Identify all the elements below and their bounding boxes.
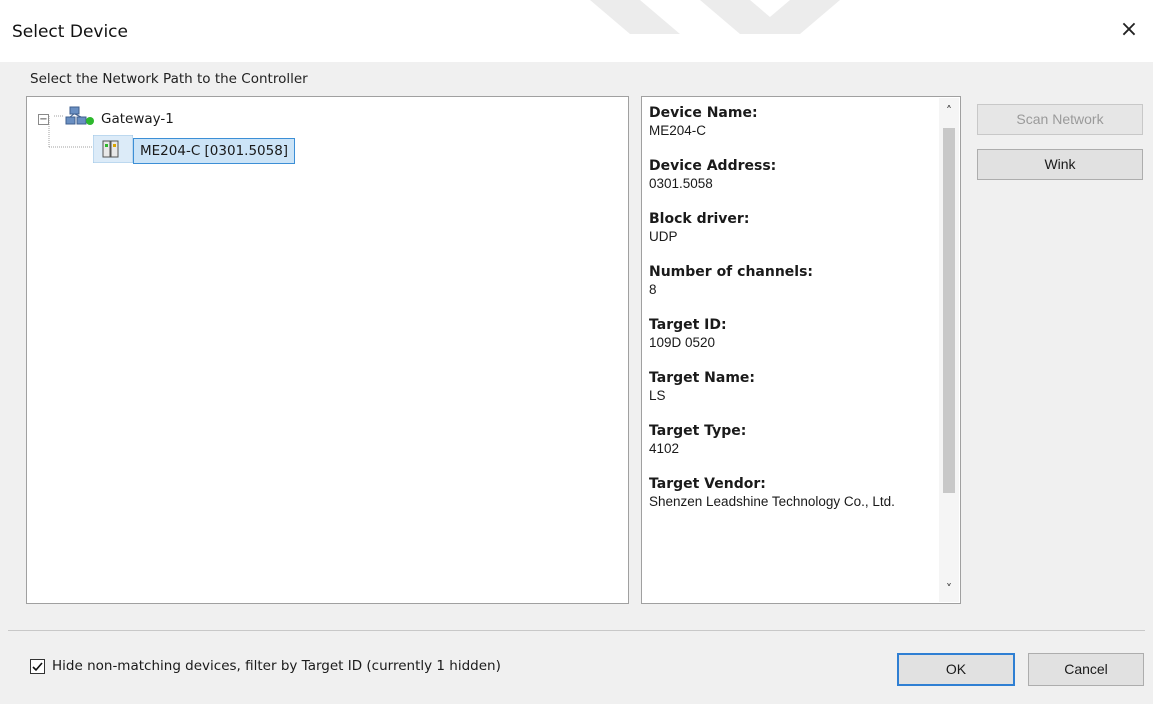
- info-label: Target ID:: [649, 317, 727, 333]
- info-item: Target Vendor: Shenzen Leadshine Technol…: [649, 476, 939, 510]
- scroll-thumb[interactable]: [943, 128, 955, 493]
- info-value: 8: [649, 282, 657, 297]
- info-value: ME204-C: [649, 123, 707, 138]
- info-scrollbar[interactable]: ˄ ˅: [939, 98, 959, 602]
- watermark-chevrons: [590, 0, 840, 34]
- gateway-label: Gateway-1: [101, 111, 174, 127]
- filter-label: Hide non-matching devices, filter by Tar…: [52, 658, 501, 674]
- device-module-icon: [92, 134, 134, 167]
- info-value: Shenzen Leadshine Technology Co., Ltd.: [649, 494, 895, 509]
- close-button[interactable]: ×: [1115, 16, 1143, 44]
- info-item: Device Address: 0301.5058: [649, 158, 939, 192]
- network-path-label: Select the Network Path to the Controlle…: [30, 71, 308, 87]
- scan-network-button[interactable]: Scan Network: [977, 104, 1143, 135]
- info-label: Number of channels:: [649, 264, 814, 280]
- info-label: Target Vendor:: [649, 476, 766, 492]
- info-value: 4102: [649, 441, 680, 456]
- info-label: Block driver:: [649, 211, 750, 227]
- info-item: Target Name: LS: [649, 370, 939, 404]
- network-gateway-icon: [65, 106, 95, 132]
- info-label: Device Name:: [649, 105, 758, 121]
- info-item: Block driver: UDP: [649, 211, 939, 245]
- info-value: UDP: [649, 229, 678, 244]
- device-info-panel: Device Name: ME204-C Device Address: 030…: [641, 96, 961, 604]
- info-label: Target Type:: [649, 423, 747, 439]
- tree-item-device[interactable]: ME204-C [0301.5058]: [92, 134, 296, 167]
- info-value: 109D 0520: [649, 335, 716, 350]
- title-bar: Select Device ×: [0, 0, 1153, 62]
- network-tree[interactable]: − Gateway-1 ME204-C [0301.5058]: [26, 96, 629, 604]
- info-item: Target Type: 4102: [649, 423, 939, 457]
- info-label: Device Address:: [649, 158, 777, 174]
- info-item: Device Name: ME204-C: [649, 105, 939, 139]
- select-device-dialog: Select Device × Select the Network Path …: [0, 0, 1153, 704]
- info-value: 0301.5058: [649, 176, 713, 191]
- info-value: LS: [649, 388, 666, 403]
- wink-button[interactable]: Wink: [977, 149, 1143, 180]
- ok-button[interactable]: OK: [897, 653, 1015, 686]
- device-info-list: Device Name: ME204-C Device Address: 030…: [649, 105, 939, 529]
- footer-divider: [8, 630, 1145, 631]
- dialog-title: Select Device: [12, 22, 128, 42]
- collapse-toggle[interactable]: −: [38, 113, 49, 125]
- info-label: Target Name:: [649, 370, 756, 386]
- info-item: Number of channels: 8: [649, 264, 939, 298]
- cancel-button[interactable]: Cancel: [1028, 653, 1144, 686]
- scroll-up-icon[interactable]: ˄: [939, 100, 959, 122]
- hide-non-matching-filter[interactable]: Hide non-matching devices, filter by Tar…: [30, 658, 501, 674]
- tree-item-gateway[interactable]: − Gateway-1: [38, 106, 174, 132]
- scroll-down-icon[interactable]: ˅: [939, 578, 959, 600]
- checkmark-icon: [32, 661, 43, 671]
- filter-checkbox[interactable]: [30, 658, 45, 674]
- device-label-selected: ME204-C [0301.5058]: [133, 138, 296, 164]
- info-item: Target ID: 109D 0520: [649, 317, 939, 351]
